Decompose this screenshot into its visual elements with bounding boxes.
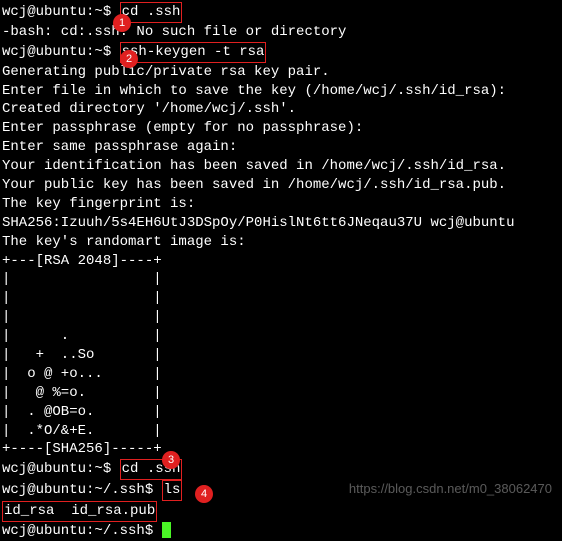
terminal-output: Created directory '/home/wcj/.ssh'. [2, 100, 560, 119]
randomart-line: +----[SHA256]-----+ [2, 440, 560, 459]
prompt: wcj@ubuntu:~$ [2, 44, 120, 60]
command-highlight-ls: ls [162, 480, 183, 501]
randomart-line: | | [2, 270, 560, 289]
randomart-line: | o @ +o... | [2, 365, 560, 384]
randomart-line: | . @OB=o. | [2, 403, 560, 422]
terminal-output: The key's randomart image is: [2, 233, 560, 252]
annotation-badge-4: 4 [195, 485, 213, 503]
randomart-line: | . | [2, 327, 560, 346]
randomart-line: | + ..So | [2, 346, 560, 365]
terminal-line: wcj@ubuntu:~/.ssh$ ls [2, 480, 560, 501]
prompt: wcj@ubuntu:~/.ssh$ [2, 482, 162, 498]
prompt: wcj@ubuntu:~$ [2, 461, 120, 477]
terminal-line: wcj@ubuntu:~$ cd .ssh [2, 459, 560, 480]
prompt: wcj@ubuntu:~/.ssh$ [2, 523, 162, 539]
terminal-output: -bash: cd:.ssh: No such file or director… [2, 23, 560, 42]
terminal-output: Generating public/private rsa key pair. [2, 63, 560, 82]
terminal-output: Enter file in which to save the key (/ho… [2, 82, 560, 101]
terminal-output: SHA256:Izuuh/5s4EH6UtJ3DSpOy/P0HislNt6tt… [2, 214, 560, 233]
annotation-badge-3: 3 [162, 451, 180, 469]
terminal-line[interactable]: wcj@ubuntu:~/.ssh$ [2, 522, 560, 541]
terminal-output: id_rsa id_rsa.pub [2, 501, 560, 522]
randomart-line: | @ %=o. | [2, 384, 560, 403]
terminal-line: wcj@ubuntu:~$ cd .ssh [2, 2, 560, 23]
terminal-output: Enter passphrase (empty for no passphras… [2, 119, 560, 138]
terminal-output: Enter same passphrase again: [2, 138, 560, 157]
terminal-output: Your public key has been saved in /home/… [2, 176, 560, 195]
terminal-output: The key fingerprint is: [2, 195, 560, 214]
annotation-badge-2: 2 [120, 50, 138, 68]
randomart-line: +---[RSA 2048]----+ [2, 252, 560, 271]
randomart-line: | | [2, 289, 560, 308]
randomart-line: | | [2, 308, 560, 327]
prompt: wcj@ubuntu:~$ [2, 4, 120, 20]
randomart-line: | .*O/&+E. | [2, 422, 560, 441]
command-highlight-ssh-keygen: ssh-keygen -t rsa [120, 42, 267, 63]
terminal-line: wcj@ubuntu:~$ ssh-keygen -t rsa [2, 42, 560, 63]
terminal-output: Your identification has been saved in /h… [2, 157, 560, 176]
output-highlight-keys: id_rsa id_rsa.pub [2, 501, 157, 522]
annotation-badge-1: 1 [113, 14, 131, 32]
